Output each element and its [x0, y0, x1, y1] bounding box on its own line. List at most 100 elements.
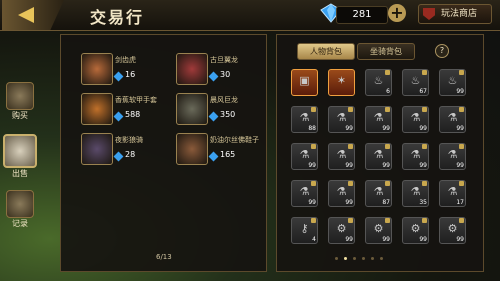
slot-quantity: 99: [345, 162, 353, 169]
lock-icon: [459, 181, 464, 186]
item-thumbnail: [176, 53, 208, 85]
nav-buy-label: 购买: [12, 111, 28, 120]
shop-button[interactable]: 玩法商店: [418, 4, 492, 24]
lock-icon: [348, 107, 353, 112]
inventory-slot[interactable]: ⚗ 87: [365, 180, 392, 207]
nav-sell[interactable]: 出售: [0, 134, 40, 179]
page-dot[interactable]: [362, 257, 365, 260]
page-dots: [335, 257, 415, 263]
inventory-slot[interactable]: ✶: [328, 69, 355, 96]
lock-icon: [385, 107, 390, 112]
diamond-icon: [113, 151, 124, 162]
chest-icon: ▣: [299, 74, 310, 87]
inventory-slot[interactable]: ♨ 99: [439, 69, 466, 96]
nav-buy[interactable]: 购买: [0, 82, 40, 121]
inventory-slot[interactable]: ⚙ 99: [402, 217, 429, 244]
inventory-slot[interactable]: ⚗ 35: [402, 180, 429, 207]
page-dot[interactable]: [380, 257, 383, 260]
slot-quantity: 99: [456, 236, 464, 243]
inventory-slot[interactable]: ⚙ 99: [328, 217, 355, 244]
item-name: 夜影狼骑: [115, 136, 143, 144]
page-dot[interactable]: [344, 257, 347, 260]
slot-quantity: 99: [382, 125, 390, 132]
diamond-icon: [208, 111, 219, 122]
vial-icon: ⚗: [410, 111, 421, 124]
gear-icon: ⚙: [336, 222, 347, 235]
item-thumbnail: [81, 133, 113, 165]
inventory-slot[interactable]: ⚗ 99: [365, 106, 392, 133]
inventory-slot[interactable]: ⚗ 17: [439, 180, 466, 207]
vial-icon: ⚗: [410, 185, 421, 198]
lock-icon: [422, 107, 427, 112]
inventory-slot[interactable]: ⚗ 99: [439, 106, 466, 133]
tab-mount-bag[interactable]: 坐骑背包: [357, 43, 415, 60]
inventory-slot[interactable]: ⚗ 99: [291, 180, 318, 207]
gear-icon: ⚙: [447, 222, 458, 235]
lock-icon: [459, 70, 464, 75]
lock-icon: [348, 144, 353, 149]
market-panel: 剑齿虎 16 古旦翼龙 30 香蕉软甲手套 588 晨风巨龙 350 夜影狼骑 28 奶油尔丝佛鞋子…: [60, 34, 267, 272]
slot-quantity: 17: [456, 199, 464, 206]
lock-icon: [459, 218, 464, 223]
magnifier-icon: [3, 134, 37, 168]
page-title: 交易行: [90, 8, 145, 27]
shop-label: 玩法商店: [441, 9, 478, 19]
inventory-slot[interactable]: ⚗ 99: [402, 106, 429, 133]
lock-icon: [311, 107, 316, 112]
page-dot[interactable]: [335, 257, 338, 260]
help-button[interactable]: ?: [435, 44, 449, 58]
market-item[interactable]: 晨风巨龙 350: [176, 93, 266, 127]
top-bar: 交易行 281 + 玩法商店: [0, 0, 500, 31]
vial-icon: ⚗: [336, 148, 347, 161]
vial-icon: ⚗: [299, 185, 310, 198]
nav-record[interactable]: 记录: [0, 190, 40, 229]
inventory-slot[interactable]: ♨ 6: [365, 69, 392, 96]
market-item[interactable]: 香蕉软甲手套 588: [81, 93, 171, 127]
vial-icon: ⚗: [373, 148, 384, 161]
inventory-slot[interactable]: ⚗ 88: [291, 106, 318, 133]
vial-icon: ⚗: [447, 111, 458, 124]
lock-icon: [459, 107, 464, 112]
nav-sell-label: 出售: [12, 169, 28, 178]
inventory-slot[interactable]: ⚙ 99: [365, 217, 392, 244]
back-button[interactable]: [2, 0, 64, 30]
item-thumbnail: [176, 93, 208, 125]
page-dot[interactable]: [371, 257, 374, 260]
inventory-slot[interactable]: ⚗ 99: [439, 143, 466, 170]
inventory-slot[interactable]: ⚗ 99: [328, 143, 355, 170]
item-thumbnail: [176, 133, 208, 165]
vial-icon: ⚗: [447, 185, 458, 198]
bottle-icon: ♨: [373, 74, 384, 87]
item-price: 588: [125, 110, 141, 119]
inventory-slot[interactable]: ⚗ 99: [402, 143, 429, 170]
inventory-slot[interactable]: ▣: [291, 69, 318, 96]
slot-quantity: 87: [382, 199, 390, 206]
page-dot[interactable]: [353, 257, 356, 260]
lock-icon: [311, 181, 316, 186]
market-item[interactable]: 奶油尔丝佛鞋子 165: [176, 133, 266, 167]
inventory-slot[interactable]: ⚗ 99: [365, 143, 392, 170]
inventory-slot[interactable]: ⚗ 99: [291, 143, 318, 170]
item-price: 165: [220, 150, 236, 159]
slot-quantity: 99: [345, 236, 353, 243]
inventory-slot[interactable]: ⚗ 99: [328, 180, 355, 207]
market-item[interactable]: 古旦翼龙 30: [176, 53, 266, 87]
inventory-slot[interactable]: ⚙ 99: [439, 217, 466, 244]
market-item[interactable]: 夜影狼骑 28: [81, 133, 171, 167]
inventory-slot[interactable]: ⚷ 4: [291, 217, 318, 244]
tab-character-bag[interactable]: 人物背包: [297, 43, 355, 60]
lock-icon: [459, 144, 464, 149]
inventory-slot[interactable]: ⚗ 99: [328, 106, 355, 133]
lock-icon: [422, 144, 427, 149]
monster-icon: ✶: [336, 74, 347, 87]
vial-icon: ⚗: [336, 111, 347, 124]
inventory-slot[interactable]: ♨ 67: [402, 69, 429, 96]
slot-quantity: 88: [308, 125, 316, 132]
page-indicator: 6/13: [156, 253, 172, 261]
vial-icon: ⚗: [373, 111, 384, 124]
currency-amount: 281: [336, 6, 388, 24]
item-price: 30: [220, 70, 231, 79]
market-item[interactable]: 剑齿虎 16: [81, 53, 171, 87]
slot-quantity: 99: [419, 125, 427, 132]
add-currency-button[interactable]: +: [388, 4, 406, 22]
